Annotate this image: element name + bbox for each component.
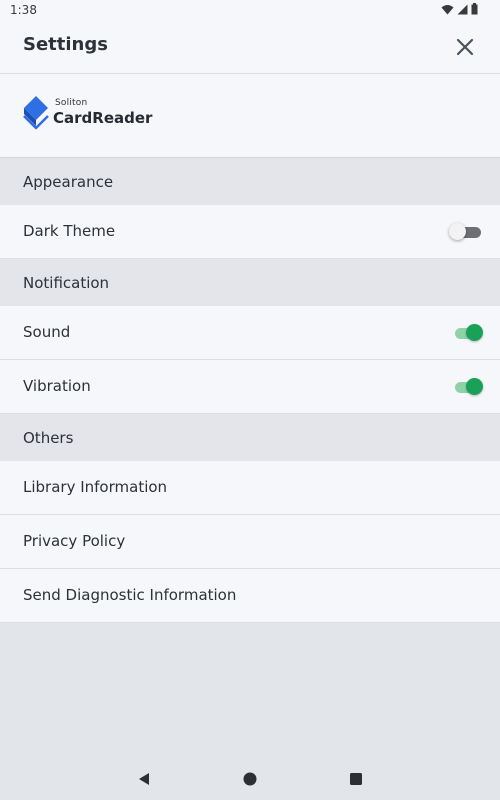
setting-label: Library Information (23, 478, 168, 496)
toggle-thumb (449, 223, 466, 240)
section-title: Appearance (23, 173, 114, 191)
status-bar: 1:38 (0, 0, 500, 20)
wifi-icon (441, 4, 454, 14)
logo-brand-small: Soliton (55, 98, 88, 108)
close-icon (456, 38, 474, 56)
back-button[interactable] (136, 771, 152, 787)
app-bar: Settings (0, 20, 500, 74)
setting-label: Send Diagnostic Information (23, 586, 237, 604)
setting-label: Sound (23, 323, 71, 341)
dark-theme-toggle[interactable] (449, 223, 482, 241)
logo-mark-icon (23, 96, 49, 130)
back-icon (139, 773, 149, 785)
section-title: Others (23, 429, 74, 447)
section-title: Notification (23, 274, 110, 292)
setting-privacy-policy[interactable]: Privacy Policy (0, 515, 500, 569)
setting-dark-theme[interactable]: Dark Theme (0, 205, 500, 259)
setting-vibration[interactable]: Vibration (0, 360, 500, 414)
logo-brand-name: CardReader (53, 109, 153, 127)
section-notification: Notification (0, 259, 500, 307)
close-button[interactable] (454, 36, 476, 58)
setting-label: Privacy Policy (23, 532, 126, 550)
app-logo: Soliton CardReader (22, 96, 152, 136)
navigation-bar (0, 758, 500, 800)
logo-area: Soliton CardReader (0, 74, 500, 158)
section-appearance: Appearance (0, 158, 500, 206)
recents-button[interactable] (348, 771, 364, 787)
battery-icon (471, 3, 478, 15)
home-icon (243, 772, 257, 786)
setting-library-information[interactable]: Library Information (0, 461, 500, 515)
status-icons (441, 3, 478, 15)
setting-send-diagnostic-information[interactable]: Send Diagnostic Information (0, 569, 500, 623)
setting-sound[interactable]: Sound (0, 306, 500, 360)
toggle-thumb (466, 378, 483, 395)
vibration-toggle[interactable] (452, 378, 483, 396)
sound-toggle[interactable] (452, 324, 483, 342)
recents-icon (350, 773, 362, 785)
toggle-thumb (466, 324, 483, 341)
setting-label: Vibration (23, 377, 91, 395)
page-title: Settings (23, 34, 108, 55)
status-time: 1:38 (10, 3, 37, 17)
setting-label: Dark Theme (23, 222, 116, 240)
section-others: Others (0, 414, 500, 462)
signal-icon (457, 4, 468, 14)
home-button[interactable] (242, 771, 258, 787)
